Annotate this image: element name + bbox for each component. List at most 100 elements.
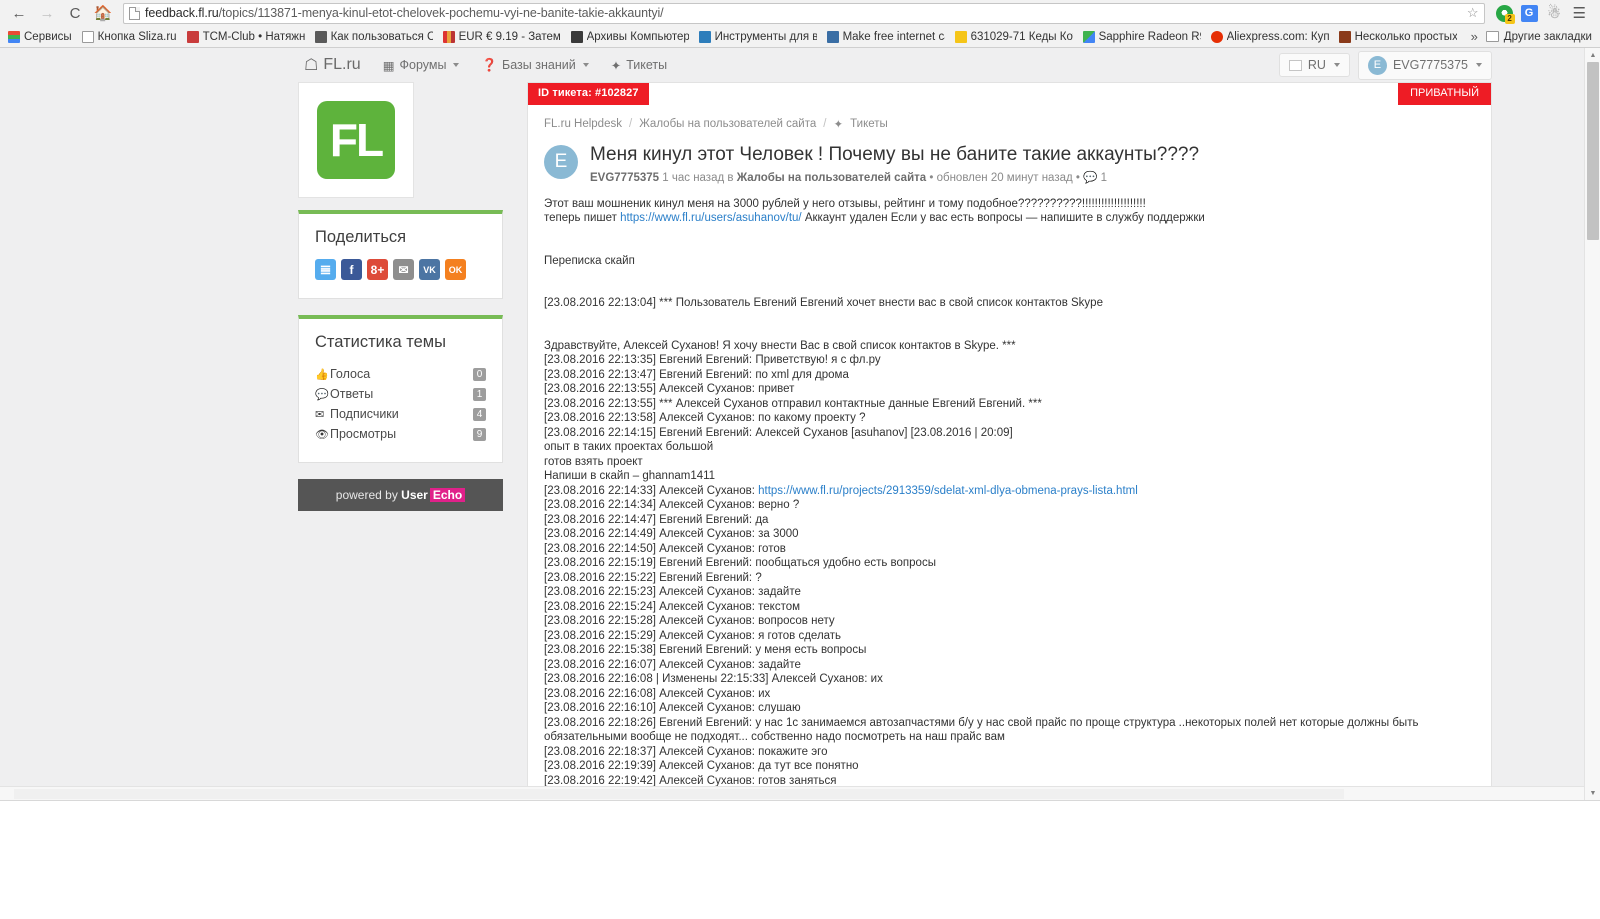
forward-arrow-icon[interactable]: → — [34, 1, 60, 25]
nav-item-label: Базы знаний — [502, 58, 576, 72]
bookmarks-overflow-button[interactable]: » — [1463, 29, 1486, 44]
reload-icon[interactable]: C — [62, 1, 88, 25]
email-share-icon[interactable]: ✉ — [393, 259, 414, 280]
stat-row-replies: 💬 Ответы 1 — [315, 384, 486, 404]
bookmark-star-icon[interactable]: ☆ — [1461, 5, 1479, 21]
breadcrumb-item-helpdesk[interactable]: FL.ru Helpdesk — [544, 118, 622, 130]
stat-row-subscribers: ✉ Подписчики 4 — [315, 404, 486, 424]
language-selector[interactable]: RU — [1278, 53, 1350, 77]
bookmark-item[interactable]: TCM-Club • Натяжны — [183, 30, 311, 44]
horizontal-scrollbar-thumb[interactable] — [14, 789, 1344, 799]
nav-item-tickets[interactable]: ✦ Тикеты — [600, 53, 678, 78]
chevron-down-icon — [1333, 63, 1340, 67]
bookmark-item[interactable]: Как пользоваться СУ — [311, 30, 439, 44]
chat-line: [23.08.2016 22:16:08] Алексей Суханов: и… — [544, 687, 771, 700]
google-translate-extension-icon[interactable] — [1520, 4, 1538, 22]
extension-icons: ☃ — [1492, 4, 1571, 24]
home-icon[interactable]: 🏠 — [90, 1, 116, 25]
share-panel-title: Поделиться — [315, 228, 407, 246]
chat-line: опыт в таких проектах большой — [544, 441, 714, 454]
breadcrumb-separator: / — [823, 118, 827, 130]
bookmark-item[interactable]: Инструменты для ве — [695, 30, 823, 44]
scroll-up-arrow-icon[interactable]: ▲ — [1585, 48, 1600, 62]
bookmark-item[interactable]: Make free internet ca — [823, 30, 951, 44]
bookmark-label: Сервисы — [24, 30, 72, 43]
chat-line: [23.08.2016 22:14:47] Евгений Евгений: д… — [544, 513, 769, 526]
ticket-comment-count: 1 — [1100, 171, 1108, 184]
browser-chrome: ← → C 🏠 feedback.fl.ru/topics/113871-men… — [0, 0, 1600, 48]
page-title: Меня кинул этот Человек ! Почему вы не б… — [590, 144, 1200, 165]
stat-label: Подписчики — [330, 407, 399, 421]
avatar[interactable]: E — [544, 145, 578, 179]
userecho-brand-first: User — [401, 488, 428, 502]
chat-line: [23.08.2016 22:18:37] Алексей Суханов: п… — [544, 745, 828, 758]
bookmark-item[interactable]: Сервисы — [4, 30, 78, 44]
ticket-category-link[interactable]: Жалобы на пользователей сайта — [737, 172, 926, 184]
chat-line: [23.08.2016 22:16:07] Алексей Суханов: з… — [544, 658, 801, 671]
hamburger-menu-icon[interactable]: ☰ — [1573, 4, 1594, 22]
dots-icon — [1082, 30, 1095, 43]
breadcrumb-separator: / — [628, 118, 633, 130]
post-subheading: Переписка скайп — [544, 254, 635, 267]
google-plus-share-icon[interactable]: 8+ — [367, 259, 388, 280]
vertical-scrollbar[interactable]: ▲ ▼ — [1584, 48, 1600, 800]
odnoklassniki-share-icon[interactable]: OK — [445, 259, 466, 280]
bookmark-item[interactable]: Sapphire Radeon R9 2 — [1079, 30, 1207, 44]
bookmark-item[interactable]: Архивы Компьютерн — [567, 30, 695, 44]
vk-share-icon[interactable]: VK — [419, 259, 440, 280]
user-menu[interactable]: E EVG7775375 — [1357, 50, 1492, 80]
breadcrumb-item-tickets[interactable]: Тикеты — [850, 118, 888, 130]
chat-line: [23.08.2016 22:14:15] Евгений Евгений: А… — [544, 426, 1013, 439]
twitter-share-icon[interactable]: 𝌆 — [315, 259, 336, 280]
share-buttons: 𝌆 f 8+ ✉ VK OK — [315, 259, 486, 280]
page-document-icon — [129, 6, 140, 20]
web-page: ☖ FL.ru ▦ Форумы ❓ Базы знаний ✦ Тикеты — [0, 48, 1512, 800]
bookmark-label: Sapphire Radeon R9 2 — [1098, 30, 1201, 43]
photo-icon — [314, 30, 327, 43]
post-line: Этот ваш мошненик кинул меня на 3000 руб… — [544, 197, 1146, 210]
back-arrow-icon[interactable]: ← — [6, 1, 32, 25]
chat-line: [23.08.2016 22:15:23] Алексей Суханов: з… — [544, 586, 801, 599]
site-brand-link[interactable]: ☖ FL.ru — [298, 50, 372, 80]
bookmark-item[interactable]: Несколько простых с — [1335, 30, 1463, 44]
chat-line: [23.08.2016 22:19:39] Алексей Суханов: д… — [544, 760, 859, 773]
nav-item-knowledge-base[interactable]: ❓ Базы знаний — [470, 53, 599, 78]
bookmark-item[interactable]: 631029-71 Кеды Кото — [951, 30, 1079, 44]
chevron-down-icon — [453, 63, 460, 67]
ticket-updated: • обновлен 20 минут назад • — [929, 171, 1080, 184]
ticket-author[interactable]: EVG7775375 — [590, 172, 659, 184]
vertical-scrollbar-thumb[interactable] — [1587, 62, 1599, 240]
profile-link[interactable]: https://www.fl.ru/users/asuhanov/tu/ — [620, 212, 802, 224]
scroll-down-arrow-icon[interactable]: ▼ — [1585, 786, 1600, 800]
flag-icon — [1288, 59, 1302, 71]
breadcrumb: FL.ru Helpdesk / Жалобы на пользователей… — [544, 117, 1475, 131]
other-bookmarks-label: Другие закладки — [1503, 30, 1592, 43]
breadcrumb-item-category[interactable]: Жалобы на пользователей сайта — [639, 118, 816, 130]
bookmark-item[interactable]: EUR € 9.19 - Затемне — [439, 30, 567, 44]
bookmark-item[interactable]: Aliexpress.com: Купит — [1207, 30, 1335, 44]
chat-line: [23.08.2016 22:15:28] Алексей Суханов: в… — [544, 615, 835, 628]
envelope-icon: ✉ — [315, 408, 325, 421]
nav-item-forums[interactable]: ▦ Форумы — [372, 53, 471, 78]
bookmark-label: EUR € 9.19 - Затемне — [458, 30, 561, 43]
horizontal-scrollbar[interactable] — [0, 786, 1584, 800]
ticket-icon: ✦ — [610, 58, 622, 73]
project-link[interactable]: https://www.fl.ru/projects/2913359/sdela… — [758, 485, 1138, 497]
bookmark-item[interactable]: Кнопка Sliza.ru — [78, 30, 183, 44]
ticket-panel: ID тикета: #102827 ПРИВАТНЫЙ FL.ru Helpd… — [527, 82, 1492, 800]
powered-by-banner[interactable]: powered by User Echo — [298, 479, 503, 511]
address-bar[interactable]: feedback.fl.ru/topics/113871-menya-kinul… — [123, 2, 1485, 24]
globe-icon — [826, 30, 839, 43]
facebook-share-icon[interactable]: f — [341, 259, 362, 280]
adblock-extension-icon[interactable] — [1495, 4, 1515, 24]
bookmark-label: Архивы Компьютерн — [586, 30, 689, 43]
chat-line: [23.08.2016 22:13:04] *** Пользователь Е… — [544, 297, 1103, 310]
chat-line-prefix: [23.08.2016 22:14:33] Алексей Суханов: — [544, 484, 759, 497]
powered-by-prefix: powered by — [335, 488, 398, 502]
other-bookmarks-folder[interactable]: Другие закладки — [1485, 30, 1600, 43]
profile-avatar-icon[interactable]: ☃ — [1546, 5, 1563, 22]
page-content: FL Поделиться 𝌆 f 8+ ✉ VK OK Статистика … — [0, 82, 1512, 800]
chat-line: [23.08.2016 22:14:34] Алексей Суханов: в… — [544, 499, 800, 512]
